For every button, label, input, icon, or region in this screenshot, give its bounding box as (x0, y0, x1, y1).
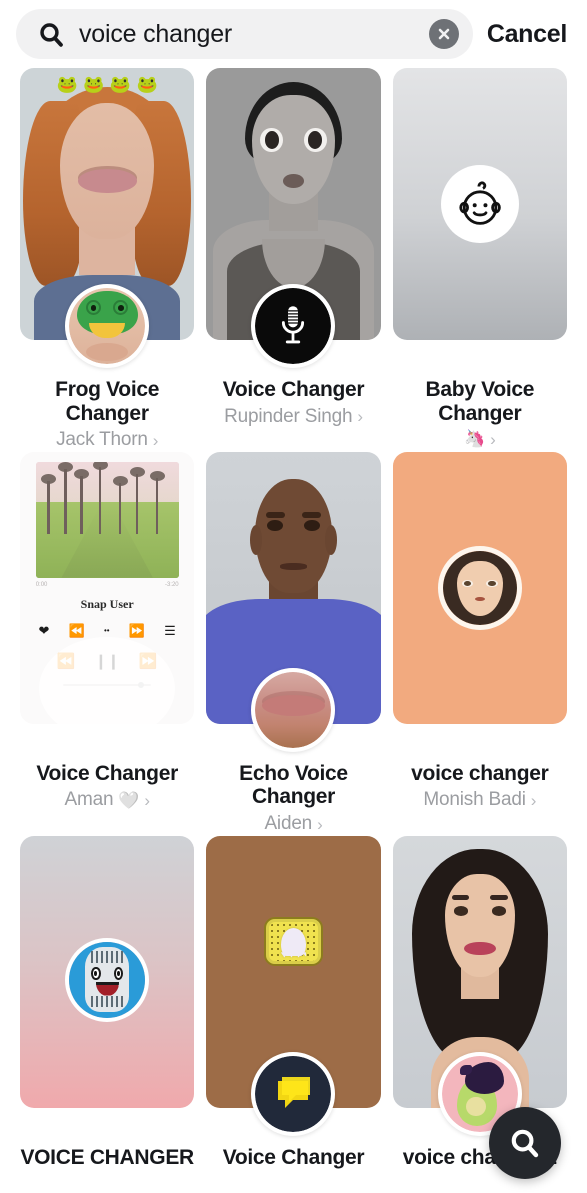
lens-title: voice changer (411, 761, 549, 785)
fast-forward-icon[interactable]: ⏩ (129, 623, 145, 639)
lens-author-name: Aiden (264, 812, 313, 834)
search-bar: voice changer Cancel (0, 0, 587, 68)
lens-card[interactable]: Voice Changer (206, 835, 381, 1174)
lens-thumbnail[interactable] (392, 451, 567, 724)
lens-thumbnail[interactable] (20, 835, 195, 1108)
lens-author-name: Jack Thorn (56, 429, 148, 451)
lens-thumbnail[interactable]: 0:00 -3:20 Snap User ❤ ⏪ •• ⏩ ☰ ⏪ ❙❙ ⏩ (20, 451, 195, 724)
search-icon (38, 21, 65, 48)
album-artwork (35, 462, 179, 578)
lens-title: Echo Voice Changer (239, 761, 348, 809)
lens-card[interactable]: voice changer Monish Badi › (392, 451, 567, 836)
microphone-icon (251, 284, 336, 368)
ghost-icon (280, 927, 307, 956)
search-fab-button[interactable] (489, 1107, 561, 1179)
shuffle-icon[interactable]: •• (104, 626, 110, 635)
lens-card[interactable]: Echo Voice Changer Aiden › (206, 451, 381, 836)
time-elapsed: 0:00 (35, 581, 48, 588)
player-times: 0:00 -3:20 (36, 582, 179, 588)
lens-title: VOICE CHANGER (20, 1145, 194, 1169)
lens-thumbnail[interactable] (206, 68, 381, 368)
frog-face-lens-icon (65, 284, 150, 368)
lens-title: Voice Changer (222, 378, 365, 401)
search-input[interactable]: voice changer (16, 9, 473, 59)
lens-title: Baby Voice Changer (425, 378, 535, 425)
chevron-right-icon: › (357, 407, 363, 427)
cancel-button[interactable]: Cancel (483, 20, 573, 49)
snapcode-icon (263, 917, 324, 967)
lens-author[interactable]: Rupinder Singh › (206, 406, 380, 429)
white-heart-emoji: 🤍 (118, 790, 140, 810)
clear-search-button[interactable] (428, 19, 459, 49)
lens-author[interactable]: 🦄 › (393, 429, 567, 449)
pink-gradient-preview (20, 835, 195, 1108)
search-icon (511, 1129, 539, 1158)
close-icon (438, 28, 450, 40)
chevron-right-icon: › (490, 429, 496, 449)
gray-gradient-preview (392, 68, 567, 340)
baby-face-icon (440, 165, 519, 243)
lens-card[interactable]: 0:00 -3:20 Snap User ❤ ⏪ •• ⏩ ☰ ⏪ ❙❙ ⏩ (20, 451, 195, 836)
chevron-right-icon: › (152, 430, 159, 450)
chevron-right-icon: › (317, 814, 323, 834)
unicorn-emoji: 🦄 (464, 429, 486, 449)
lens-author[interactable]: Aman 🤍 › (20, 789, 194, 812)
lens-author[interactable]: Aiden › (206, 813, 380, 836)
lens-author-name: Monish Badi (423, 789, 526, 811)
lens-card[interactable]: VOICE CHANGER (20, 835, 195, 1174)
lens-card[interactable]: Voice Changer Rupinder Singh › (206, 68, 381, 452)
girl-face-icon (437, 545, 522, 630)
lens-title: Voice Changer (36, 761, 178, 785)
lens-thumbnail[interactable] (206, 835, 381, 1136)
robot-microphone-icon (65, 937, 150, 1022)
lens-author-name: Aman (64, 789, 114, 811)
time-remaining: -3:20 (164, 581, 179, 588)
lens-thumbnail[interactable]: 🐸 🐸 🐸 🐸 (20, 68, 195, 368)
rewind-icon[interactable]: ⏪ (69, 623, 85, 639)
lens-thumbnail[interactable] (392, 68, 567, 340)
yellow-speech-bubble-icon (251, 1051, 336, 1136)
lens-author[interactable]: Monish Badi › (393, 789, 567, 812)
lens-title: Voice Changer (222, 1145, 365, 1169)
lens-card[interactable]: 🐸 🐸 🐸 🐸 Frog Voice Changer Jack Thorn › (20, 68, 195, 452)
lens-card[interactable]: Baby Voice Changer 🦄 › (392, 68, 567, 452)
chevron-right-icon: › (530, 791, 537, 811)
lens-thumbnail[interactable] (392, 835, 567, 1136)
chevron-right-icon: › (144, 791, 150, 811)
search-query-text: voice changer (79, 19, 233, 48)
lens-results-grid: 🐸🐸🐸🐸 Frog Voice Changer Jack Thorn › (0, 68, 587, 1173)
big-lips-icon (251, 667, 336, 752)
lens-thumbnail[interactable] (206, 451, 381, 752)
heart-icon[interactable]: ❤ (39, 623, 50, 639)
frog-emoji-row: 🐸 🐸 🐸 🐸 (56, 75, 158, 95)
lens-author[interactable]: Jack Thorn › (20, 429, 194, 452)
playlist-icon[interactable]: ☰ (164, 623, 176, 639)
player-user-name: Snap User (80, 596, 134, 611)
peach-background-preview (392, 451, 567, 724)
lens-title: Frog Voice Changer (55, 378, 160, 425)
lens-author-name: Rupinder Singh (224, 405, 353, 427)
